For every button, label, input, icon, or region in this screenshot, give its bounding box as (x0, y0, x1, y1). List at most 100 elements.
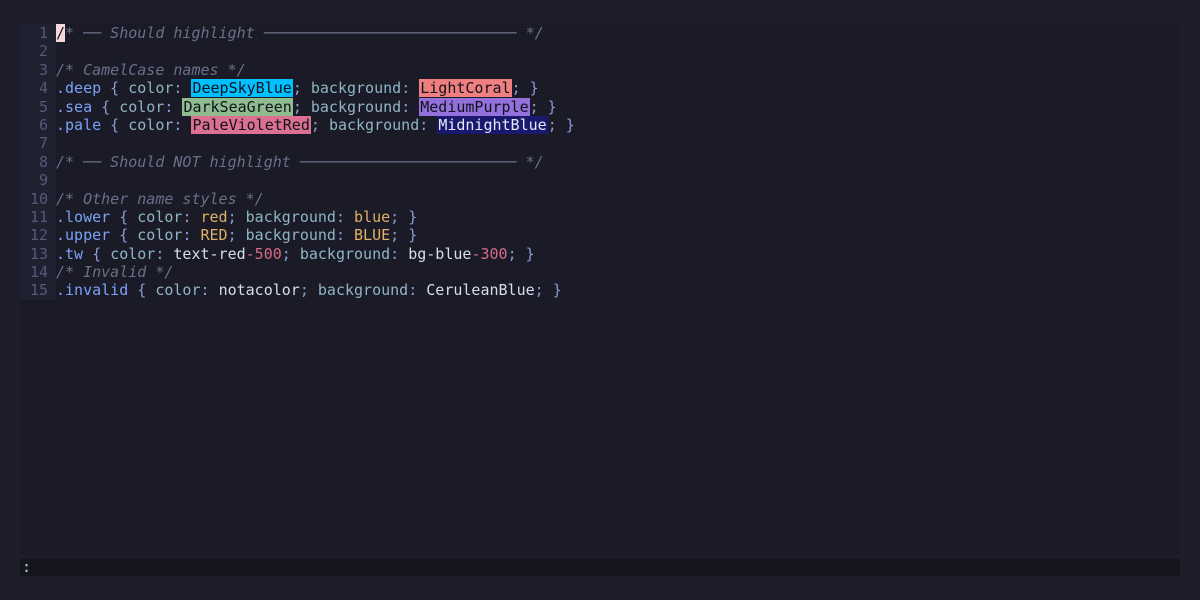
code-token: background (299, 244, 391, 263)
code-token: -500 (245, 244, 282, 263)
color-swatch-token: DarkSeaGreen (182, 97, 293, 116)
code-line[interactable]: 2 (20, 42, 1180, 61)
line-code: .lower { color: red; background: blue; } (56, 208, 417, 226)
code-token: ; } (529, 97, 557, 116)
code-line[interactable]: 3/* CamelCase names */ (20, 60, 1180, 80)
color-swatch-token: DeepSkyBlue (191, 79, 293, 98)
color-swatch-token: LightCoral (419, 79, 512, 98)
code-token: : (173, 115, 192, 134)
code-token: { (101, 79, 129, 98)
code-editor[interactable]: 1/* ── Should highlight ────────────────… (20, 24, 1180, 556)
line-number: 14 (20, 263, 56, 282)
line-number: 1 (20, 24, 56, 43)
line-code: /* Other name styles */ (56, 190, 264, 208)
code-line[interactable]: 14/* Invalid */ (20, 263, 1180, 282)
line-code: .upper { color: RED; background: BLUE; } (56, 226, 417, 244)
code-line[interactable]: 5 .sea { color: DarkSeaGreen; background:… (20, 97, 1180, 116)
command-line[interactable]: : (20, 558, 1180, 576)
code-token: { (83, 244, 111, 263)
code-token: : (335, 207, 355, 226)
line-number: 10 (20, 189, 56, 208)
line-number: 2 (20, 42, 56, 61)
code-line[interactable]: 11 .lower { color: red; background: blue;… (20, 207, 1180, 227)
code-token: color (128, 79, 174, 98)
line-number: 7 (20, 134, 56, 153)
code-line[interactable]: 9 (20, 171, 1180, 190)
code-token: color (119, 97, 165, 116)
line-number: 9 (20, 171, 56, 190)
line-number: 6 (20, 115, 56, 135)
code-token: : (182, 207, 201, 226)
code-token: ; } (507, 244, 535, 263)
code-token: ; } (547, 115, 575, 134)
code-token: bg-blue (408, 244, 472, 263)
code-token: .sea (56, 97, 93, 116)
code-token: ; (299, 281, 318, 300)
code-token: : (335, 226, 355, 245)
code-token: : (200, 281, 219, 300)
code-token: : (390, 244, 409, 263)
line-code: .pale { color: PaleVioletRed; background… (56, 115, 575, 134)
code-line[interactable]: 12 .upper { color: RED; background: BLUE;… (20, 226, 1180, 245)
code-token: ; } (534, 281, 562, 300)
color-swatch-token: PaleVioletRed (191, 115, 311, 134)
code-token: background (245, 226, 336, 245)
code-token: background (245, 207, 336, 226)
code-token: : (419, 115, 438, 134)
code-token: -300 (471, 244, 508, 263)
code-token: : (401, 97, 420, 116)
code-token: : (155, 244, 174, 263)
code-token: ; (281, 244, 300, 263)
code-token: { (92, 97, 120, 116)
line-number: 15 (20, 281, 56, 300)
code-token: .deep (56, 79, 102, 98)
code-token: background (310, 97, 402, 116)
code-token: : (408, 281, 427, 300)
code-token: .lower (56, 207, 111, 226)
line-number: 12 (20, 226, 56, 245)
line-number: 4 (20, 79, 56, 98)
code-token: { (128, 281, 156, 300)
line-code: .deep { color: DeepSkyBlue; background: … (56, 79, 539, 98)
code-token: color (137, 226, 183, 245)
code-token: CeruleanBlue (426, 281, 535, 300)
code-token: RED (200, 226, 228, 245)
line-number: 13 (20, 244, 56, 264)
code-line[interactable]: 15 .invalid { color: notacolor; backgroun… (20, 281, 1180, 300)
code-line[interactable]: 4 .deep { color: DeepSkyBlue; background:… (20, 79, 1180, 98)
line-number: 5 (20, 97, 56, 116)
line-code: /* Invalid */ (56, 263, 173, 281)
code-token: .pale (56, 115, 102, 134)
code-line[interactable]: 7 (20, 134, 1180, 153)
code-line[interactable]: 6 .pale { color: PaleVioletRed; backgroun… (20, 115, 1180, 135)
line-code: /* CamelCase names */ (56, 61, 246, 79)
code-token: * ── Should highlight ──────────────────… (65, 24, 544, 42)
code-line[interactable]: 1/* ── Should highlight ────────────────… (20, 24, 1180, 43)
code-token: { (110, 226, 138, 245)
code-token: text-red (173, 244, 246, 263)
line-code: /* ── Should highlight ─────────────────… (56, 24, 544, 42)
code-token: { (101, 115, 129, 134)
code-line[interactable]: 8/* ── Should NOT highlight ────────────… (20, 152, 1180, 172)
line-code: .tw { color: text-red-500; background: b… (56, 245, 535, 263)
code-token: blue (354, 207, 391, 226)
code-token: color (110, 244, 156, 263)
code-token: color (155, 281, 201, 300)
code-token: ; (292, 97, 311, 116)
code-line[interactable]: 13 .tw { color: text-red-500; background:… (20, 244, 1180, 264)
code-token: ; (292, 79, 311, 98)
code-token: : (401, 79, 420, 98)
command-line-text: : (22, 558, 32, 576)
line-code: .invalid { color: notacolor; background:… (56, 281, 562, 299)
code-token: : (164, 97, 183, 116)
code-token: ; } (390, 226, 418, 245)
code-token: : (173, 79, 192, 98)
line-code: .sea { color: DarkSeaGreen; background: … (56, 97, 557, 116)
code-line[interactable]: 10/* Other name styles */ (20, 189, 1180, 208)
code-token: /* Other name styles */ (56, 189, 264, 208)
code-token: /* CamelCase names */ (56, 60, 246, 79)
code-token: ; } (511, 79, 539, 98)
line-number: 3 (20, 60, 56, 80)
code-token: background (317, 281, 409, 300)
line-code: /* ── Should NOT highlight ─────────────… (56, 153, 544, 171)
